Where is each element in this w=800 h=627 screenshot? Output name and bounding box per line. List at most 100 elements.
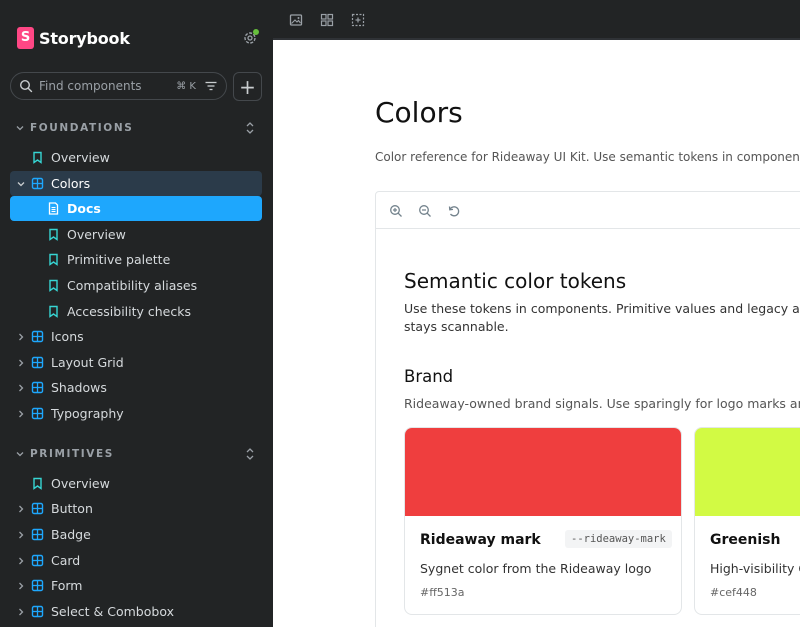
- section-title: Semantic color tokens: [404, 269, 627, 293]
- sidebar-item-label: Select & Combobox: [51, 604, 174, 619]
- component-icon: [31, 579, 44, 592]
- sidebar-item-card[interactable]: Card: [10, 548, 262, 573]
- color-name: Greenish: [710, 532, 781, 548]
- chevron-right-icon: [19, 359, 24, 366]
- settings-icon[interactable]: [242, 29, 259, 46]
- search-input[interactable]: Find components ⌘ K: [10, 72, 227, 100]
- add-button[interactable]: +: [233, 72, 262, 101]
- component-icon: [31, 407, 44, 420]
- sidebar-item-label: Layout Grid: [51, 355, 124, 370]
- sidebar-item-shadows[interactable]: Shadows: [10, 375, 262, 400]
- image-icon[interactable]: [289, 13, 303, 27]
- section-description-line: stays scannable.: [404, 319, 509, 334]
- sidebar-item-label: Shadows: [51, 380, 107, 395]
- chevron-right-icon: [19, 531, 24, 538]
- sidebar-item-label: Overview: [51, 150, 110, 165]
- sidebar-item-badge[interactable]: Badge: [10, 522, 262, 547]
- expand-collapse-icon[interactable]: [244, 446, 256, 462]
- bookmark-icon: [49, 279, 58, 292]
- sidebar-item-button[interactable]: Button: [10, 496, 262, 521]
- sidebar-item-typography[interactable]: Typography: [10, 401, 262, 426]
- sidebar: S Storybook Find components ⌘ K + FOUNDA…: [0, 0, 273, 627]
- sidebar-item-label: Compatibility aliases: [67, 278, 198, 293]
- sidebar-item-overview[interactable]: Overview: [10, 145, 262, 170]
- sidebar-item-select-combobox[interactable]: Select & Combobox: [10, 599, 262, 624]
- section-description: Use these tokens in components. Primitiv…: [404, 300, 800, 336]
- sidebar-item-label: Accessibility checks: [67, 304, 191, 319]
- color-card-rideaway-mark: Rideaway mark --rideaway-mark Sygnet col…: [404, 427, 682, 615]
- component-icon: [31, 356, 44, 369]
- group-description: Rideaway-owned brand signals. Use sparin…: [404, 396, 800, 411]
- search-placeholder: Find components: [39, 79, 142, 93]
- sidebar-item-docs[interactable]: Docs: [10, 196, 262, 221]
- color-card-greenish: Greenish High-visibility C #cef448: [694, 427, 800, 615]
- color-hex: #cef448: [710, 586, 757, 599]
- sidebar-item-label: Button: [51, 501, 93, 516]
- chevron-right-icon: [19, 557, 24, 564]
- component-icon: [31, 605, 44, 618]
- sidebar-item-label: Overview: [51, 476, 110, 491]
- bookmark-icon: [49, 305, 58, 318]
- sidebar-item-compatibility-aliases[interactable]: Compatibility aliases: [10, 273, 262, 298]
- story-canvas: Semantic color tokens Use these tokens i…: [375, 191, 800, 627]
- sidebar-item-label: Overview: [67, 227, 126, 242]
- reset-zoom-icon[interactable]: [447, 204, 461, 218]
- color-hex: #ff513a: [420, 586, 465, 599]
- sidebar-item-form[interactable]: Form: [10, 573, 262, 598]
- chevron-right-icon: [19, 608, 24, 615]
- filter-icon[interactable]: [204, 79, 218, 93]
- sidebar-item-label: Card: [51, 553, 81, 568]
- chevron-down-icon: [16, 452, 24, 457]
- chevron-right-icon: [19, 505, 24, 512]
- outline-icon[interactable]: [351, 13, 365, 27]
- component-icon: [31, 177, 44, 190]
- sidebar-item-label: Badge: [51, 527, 91, 542]
- sidebar-item-colors[interactable]: Colors: [10, 171, 262, 196]
- sidebar-item-primitive-palette[interactable]: Primitive palette: [10, 247, 262, 272]
- storybook-logo[interactable]: S Storybook: [17, 26, 130, 50]
- zoom-out-icon[interactable]: [418, 204, 432, 218]
- chevron-down-icon: [17, 181, 25, 186]
- plus-icon: +: [239, 74, 256, 99]
- section-foundations[interactable]: FOUNDATIONS: [15, 118, 262, 138]
- canvas-toolbar: [376, 192, 800, 229]
- sidebar-item-label: Primitive palette: [67, 252, 171, 267]
- component-icon: [31, 502, 44, 515]
- chevron-down-icon: [16, 126, 24, 131]
- brand-name: Storybook: [39, 28, 130, 48]
- docs-page: Colors Color reference for Rideaway UI K…: [273, 40, 800, 627]
- section-title: PRIMITIVES: [30, 448, 114, 460]
- page-title: Colors: [375, 96, 463, 129]
- sidebar-item-accessibility-checks[interactable]: Accessibility checks: [10, 299, 262, 324]
- grid-icon[interactable]: [320, 13, 334, 27]
- expand-collapse-icon[interactable]: [244, 120, 256, 136]
- color-description: Sygnet color from the Rideaway logo: [420, 561, 652, 576]
- sidebar-item-label: Form: [51, 578, 83, 593]
- color-swatch: [405, 428, 681, 516]
- document-icon: [48, 202, 59, 215]
- sidebar-item-layout-grid[interactable]: Layout Grid: [10, 350, 262, 375]
- section-title: FOUNDATIONS: [30, 122, 134, 134]
- component-icon: [31, 330, 44, 343]
- group-title: Brand: [404, 367, 454, 386]
- component-icon: [31, 528, 44, 541]
- sidebar-item-icons[interactable]: Icons: [10, 324, 262, 349]
- preview-toolbar: [273, 0, 800, 40]
- component-icon: [31, 554, 44, 567]
- bookmark-icon: [33, 151, 42, 164]
- chevron-right-icon: [19, 384, 24, 391]
- sidebar-item-label: Colors: [51, 176, 91, 191]
- zoom-in-icon[interactable]: [389, 204, 403, 218]
- page-description: Color reference for Rideaway UI Kit. Use…: [375, 150, 800, 164]
- chevron-right-icon: [19, 410, 24, 417]
- sidebar-item-label: Docs: [67, 201, 101, 216]
- sidebar-item-label: Typography: [51, 406, 124, 421]
- sidebar-item-label: Icons: [51, 329, 84, 344]
- color-description: High-visibility C: [710, 561, 800, 576]
- bookmark-icon: [49, 228, 58, 241]
- status-dot: [253, 29, 259, 35]
- sidebar-item-primitives-overview[interactable]: Overview: [10, 471, 262, 496]
- sidebar-item-colors-overview[interactable]: Overview: [10, 222, 262, 247]
- section-primitives[interactable]: PRIMITIVES: [15, 444, 262, 464]
- chevron-right-icon: [19, 333, 24, 340]
